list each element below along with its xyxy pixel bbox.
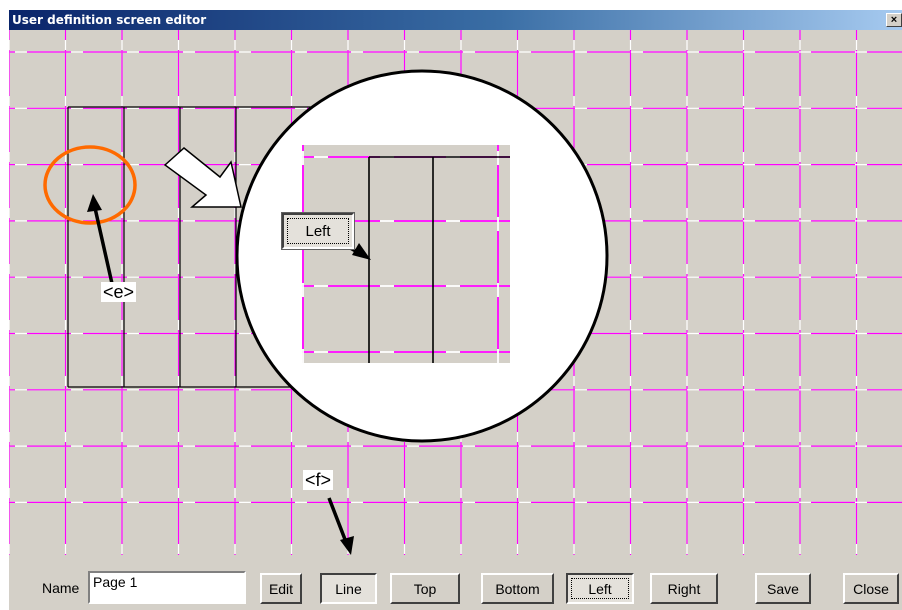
- editor-window: User definition screen editor × Left <e>…: [9, 10, 902, 610]
- left-button[interactable]: Left: [566, 573, 634, 604]
- callout-f: <f>: [303, 470, 334, 490]
- grid-canvas[interactable]: [9, 30, 902, 555]
- name-input[interactable]: [88, 571, 246, 604]
- close-icon[interactable]: ×: [886, 13, 902, 27]
- close-button[interactable]: Close: [843, 573, 899, 604]
- arrow-icon: [87, 194, 115, 289]
- zoom-inset-background: [302, 145, 510, 363]
- block-arrow-icon: [163, 147, 242, 208]
- name-label: Name: [42, 580, 80, 596]
- title-bar: User definition screen editor ×: [9, 10, 902, 30]
- drawing-canvas[interactable]: Left <e> <f>: [9, 30, 902, 555]
- bottom-button[interactable]: Bottom: [481, 573, 554, 604]
- line-button[interactable]: Line: [320, 573, 377, 604]
- arrow-icon: [327, 497, 354, 555]
- top-button[interactable]: Top: [390, 573, 460, 604]
- zoom-left-button: Left: [281, 212, 355, 250]
- right-button[interactable]: Right: [650, 573, 718, 604]
- edit-button[interactable]: Edit: [260, 573, 302, 604]
- callout-e: <e>: [101, 282, 137, 302]
- save-button[interactable]: Save: [755, 573, 811, 604]
- window-title: User definition screen editor: [12, 13, 207, 27]
- toolbar: Name Edit Line Top Bottom Left Right Sav…: [9, 555, 902, 610]
